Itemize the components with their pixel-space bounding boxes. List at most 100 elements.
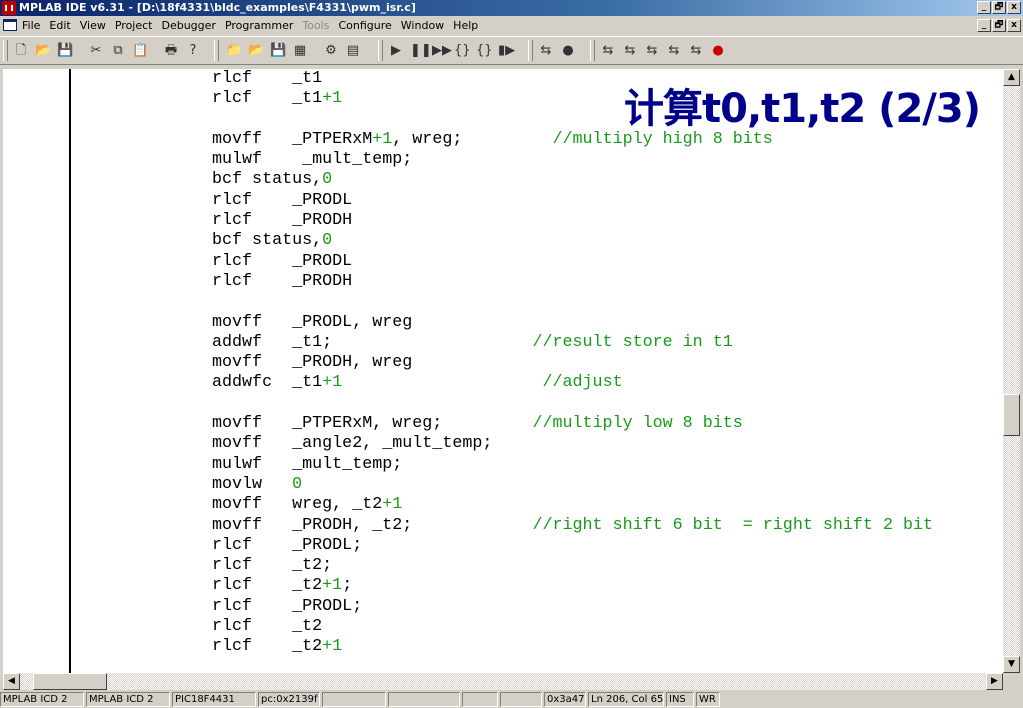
code-line[interactable]: rlcf _t2+1	[212, 637, 933, 657]
status-wr: WR	[696, 692, 720, 707]
toolbar: 🗋 📂 💾 ✂ ⧉ 📋 🖶 ? 📁 📂 💾 ▦ ⚙ ▤ ▶ ❚❚ ▶▶ {} {…	[0, 36, 1023, 65]
menu-programmer[interactable]: Programmer	[225, 19, 293, 32]
window-title: MPLAB IDE v6.31 - [D:\18f4331\bldc_examp…	[19, 1, 416, 14]
menu-items: File Edit View Project Debugger Programmer Too…	[22, 19, 487, 32]
code-line[interactable]: addwfc _t1+1 //adjust	[212, 373, 933, 393]
code-line[interactable]: movff _PTPERxM, wreg; //multiply low 8 b…	[212, 414, 933, 434]
menu-project[interactable]: Project	[115, 19, 153, 32]
horizontal-scroll-thumb[interactable]	[33, 673, 107, 690]
run-icon[interactable]: ▶	[388, 43, 404, 59]
status-programmer: MPLAB ICD 2	[86, 692, 170, 707]
menu-window[interactable]: Window	[401, 19, 444, 32]
toolbar-grip[interactable]	[378, 40, 383, 61]
print-icon[interactable]: 🖶	[163, 43, 179, 59]
scroll-up-arrow-icon[interactable]: ▲	[1003, 69, 1020, 86]
editor-gutter	[3, 69, 71, 673]
programmer-icon-2[interactable]: ⇆	[622, 43, 638, 59]
vertical-scrollbar[interactable]: ▲ ▼	[1003, 69, 1020, 673]
doc-restore-button[interactable]: 🗗	[992, 19, 1006, 32]
menu-bar: File Edit View Project Debugger Programmer Too…	[0, 16, 1023, 35]
code-line[interactable]: rlcf _t2+1;	[212, 576, 933, 596]
mplab-app-icon[interactable]	[2, 1, 16, 15]
reset-icon[interactable]: ▮▶	[498, 43, 515, 59]
status-bar: MPLAB ICD 2 MPLAB ICD 2 PIC18F4431 pc:0x…	[0, 691, 1023, 708]
toolbar-grip[interactable]	[590, 40, 595, 61]
halt-icon[interactable]: ❚❚	[410, 43, 432, 59]
vertical-scroll-thumb[interactable]	[1003, 394, 1020, 436]
restore-button[interactable]: 🗗	[992, 1, 1006, 14]
code-line[interactable]: rlcf _PRODL;	[212, 597, 933, 617]
step-into-icon[interactable]: {}	[454, 43, 471, 59]
save-icon[interactable]: 💾	[57, 43, 73, 59]
new-file-icon[interactable]: 🗋	[13, 43, 29, 59]
slide-title: 计算t0,t1,t2 (2/3)	[624, 86, 981, 132]
scroll-left-arrow-icon[interactable]: ◀	[3, 673, 20, 690]
code-line[interactable]: movff _PRODL, wreg	[212, 313, 933, 333]
toolbar-grip[interactable]	[214, 40, 219, 61]
menu-edit[interactable]: Edit	[49, 19, 70, 32]
code-line[interactable]: rlcf _PRODL	[212, 191, 933, 211]
save-project-icon[interactable]: 💾	[270, 43, 286, 59]
code-line[interactable]: mulwf _mult_temp;	[212, 455, 933, 475]
status-debugger: MPLAB ICD 2	[0, 692, 84, 707]
code-line[interactable]: rlcf _t2;	[212, 556, 933, 576]
doc-minimize-button[interactable]: _	[977, 19, 991, 32]
source-code[interactable]: rlcf _t1rlcf _t1+1​movff _PTPERxM+1, wre…	[212, 69, 933, 658]
menu-configure[interactable]: Configure	[338, 19, 391, 32]
code-line[interactable]: movff _PRODH, _t2; //right shift 6 bit =…	[212, 516, 933, 536]
animate-icon[interactable]: ▶▶	[432, 43, 452, 59]
menu-tools[interactable]: Tools	[302, 19, 329, 32]
programmer-icon-4[interactable]: ⇆	[666, 43, 682, 59]
menu-view[interactable]: View	[80, 19, 106, 32]
code-line[interactable]: rlcf _PRODH	[212, 211, 933, 231]
document-window-icon[interactable]	[3, 19, 17, 31]
build-all-icon[interactable]: ▤	[345, 43, 361, 59]
horizontal-scrollbar[interactable]: ◀ ▶	[3, 673, 1003, 690]
code-line[interactable]: movff _PRODH, wreg	[212, 353, 933, 373]
debugger-icon-2[interactable]: ●	[560, 43, 576, 59]
cut-icon[interactable]: ✂	[88, 43, 104, 59]
code-line[interactable]: mulwf _mult_temp;	[212, 150, 933, 170]
programmer-icon-3[interactable]: ⇆	[644, 43, 660, 59]
toolbar-grip[interactable]	[3, 40, 8, 61]
editor-window: rlcf _t1rlcf _t1+1​movff _PTPERxM+1, wre…	[0, 66, 1023, 690]
programmer-icon-6[interactable]: ●	[710, 43, 726, 59]
code-line[interactable]: addwf _t1; //result store in t1	[212, 333, 933, 353]
open-file-icon[interactable]: 📂	[35, 43, 51, 59]
code-line[interactable]: rlcf _t2	[212, 617, 933, 637]
code-line[interactable]: rlcf _PRODH	[212, 272, 933, 292]
code-line[interactable]: rlcf _PRODL;	[212, 536, 933, 556]
make-icon[interactable]: ⚙	[323, 43, 339, 59]
new-project-icon[interactable]: 📁	[226, 43, 242, 59]
menu-help[interactable]: Help	[453, 19, 478, 32]
programmer-icon-5[interactable]: ⇆	[688, 43, 704, 59]
minimize-button[interactable]: _	[977, 1, 991, 14]
close-button[interactable]: x	[1007, 1, 1021, 14]
status-device: PIC18F4431	[172, 692, 256, 707]
help-icon[interactable]: ?	[185, 43, 201, 59]
code-editor[interactable]: rlcf _t1rlcf _t1+1​movff _PTPERxM+1, wre…	[71, 69, 1003, 673]
paste-icon[interactable]: 📋	[132, 43, 148, 59]
code-line[interactable]: movff _angle2, _mult_temp;	[212, 434, 933, 454]
code-line[interactable]: rlcf _PRODL	[212, 252, 933, 272]
status-empty-4	[500, 692, 542, 707]
build-icon[interactable]: ▦	[292, 43, 308, 59]
step-over-icon[interactable]: {}	[476, 43, 493, 59]
open-project-icon[interactable]: 📂	[248, 43, 264, 59]
scroll-down-arrow-icon[interactable]: ▼	[1003, 656, 1020, 673]
menu-debugger[interactable]: Debugger	[161, 19, 215, 32]
code-line[interactable]: bcf status,0	[212, 231, 933, 251]
copy-icon[interactable]: ⧉	[110, 43, 126, 59]
doc-close-button[interactable]: x	[1007, 19, 1021, 32]
code-line[interactable]: ​	[212, 394, 933, 414]
debugger-icon-1[interactable]: ⇆	[538, 43, 554, 59]
toolbar-grip[interactable]	[528, 40, 533, 61]
menu-file[interactable]: File	[22, 19, 40, 32]
code-line[interactable]: bcf status,0	[212, 170, 933, 190]
code-line[interactable]: movff wreg, _t2+1	[212, 495, 933, 515]
scroll-right-arrow-icon[interactable]: ▶	[986, 673, 1003, 690]
code-line[interactable]: ​	[212, 292, 933, 312]
programmer-icon-1[interactable]: ⇆	[600, 43, 616, 59]
status-wreg: 0x3a47	[544, 692, 586, 707]
code-line[interactable]: movlw 0	[212, 475, 933, 495]
